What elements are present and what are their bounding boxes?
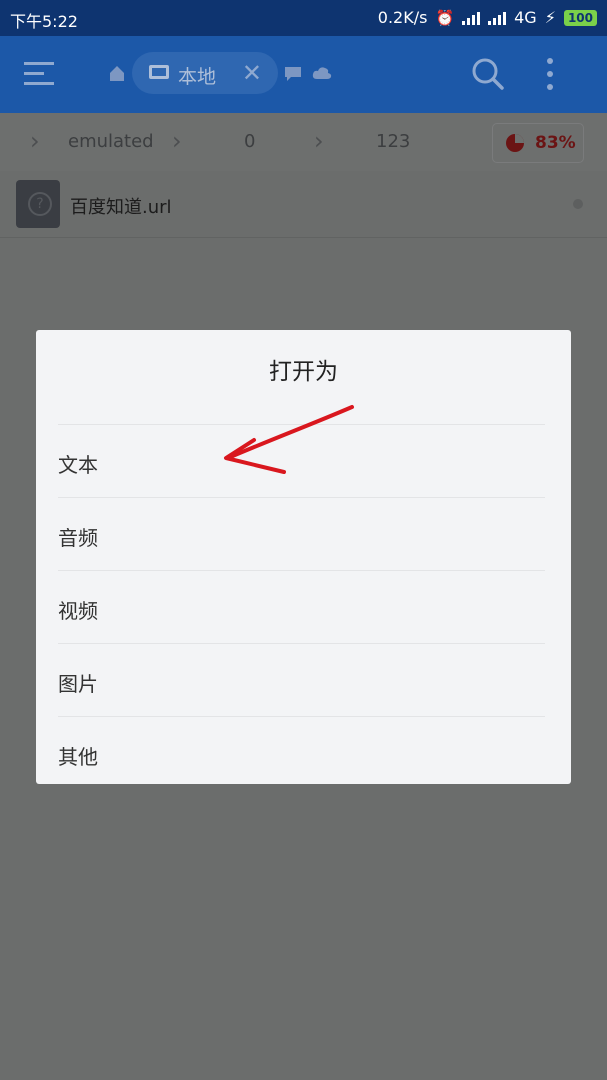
breadcrumb-item[interactable]: emulated [68, 131, 154, 152]
search-icon[interactable] [471, 57, 505, 91]
charging-icon: ⚡ [544, 8, 556, 27]
option-audio[interactable]: 音频 [58, 497, 545, 570]
chevron-right-icon: › [172, 127, 182, 155]
status-bar: 下午5:22 0.2K/s ⏰ 4G ⚡ 100 [0, 0, 607, 36]
option-label: 其他 [58, 745, 98, 769]
option-label: 音频 [58, 526, 98, 550]
option-other[interactable]: 其他 [58, 716, 545, 789]
dialog-title: 打开为 [269, 359, 338, 385]
file-name: 百度知道.url [70, 197, 172, 218]
option-video[interactable]: 视频 [58, 570, 545, 643]
close-icon[interactable]: ✕ [242, 59, 262, 87]
option-label: 文本 [58, 453, 98, 477]
breadcrumb: › emulated › 0 › 123 83% [0, 113, 607, 171]
open-as-dialog: 打开为 文本 音频 视频 图片 其他 [36, 330, 571, 784]
breadcrumb-item[interactable]: 123 [376, 131, 410, 152]
home-icon[interactable] [108, 64, 126, 82]
option-label: 视频 [58, 599, 98, 623]
tablet-icon [149, 65, 169, 79]
chevron-right-icon: › [30, 127, 40, 155]
unknown-file-icon: ? [16, 180, 60, 228]
chevron-right-icon: › [314, 127, 324, 155]
chat-icon[interactable] [284, 66, 302, 82]
storage-percent: 83% [535, 133, 576, 153]
status-right: 0.2K/s ⏰ 4G ⚡ 100 [378, 8, 597, 27]
tab-label: 本地 [178, 66, 217, 88]
status-time: 下午5:22 [10, 12, 78, 31]
option-label: 图片 [58, 672, 98, 696]
app-toolbar: 本地 ✕ [0, 36, 607, 113]
net-speed: 0.2K/s [377, 8, 428, 27]
signal-icon-2 [488, 11, 507, 25]
select-indicator[interactable] [573, 199, 583, 209]
signal-icon [462, 11, 481, 25]
breadcrumb-item[interactable]: 0 [244, 131, 255, 152]
cloud-icon[interactable] [312, 66, 332, 80]
tab-local[interactable]: 本地 ✕ [132, 52, 278, 94]
file-list-item[interactable]: ? 百度知道.url [0, 171, 607, 238]
network-type: 4G [514, 8, 537, 27]
storage-usage-button[interactable]: 83% [492, 123, 584, 163]
open-as-options: 文本 音频 视频 图片 其他 [58, 424, 545, 789]
more-options-icon[interactable] [544, 56, 556, 92]
option-text[interactable]: 文本 [58, 424, 545, 497]
menu-icon[interactable] [24, 60, 56, 88]
option-image[interactable]: 图片 [58, 643, 545, 716]
pie-chart-icon [506, 134, 524, 152]
alarm-icon: ⏰ [435, 8, 455, 27]
battery-indicator: 100 [563, 9, 597, 26]
